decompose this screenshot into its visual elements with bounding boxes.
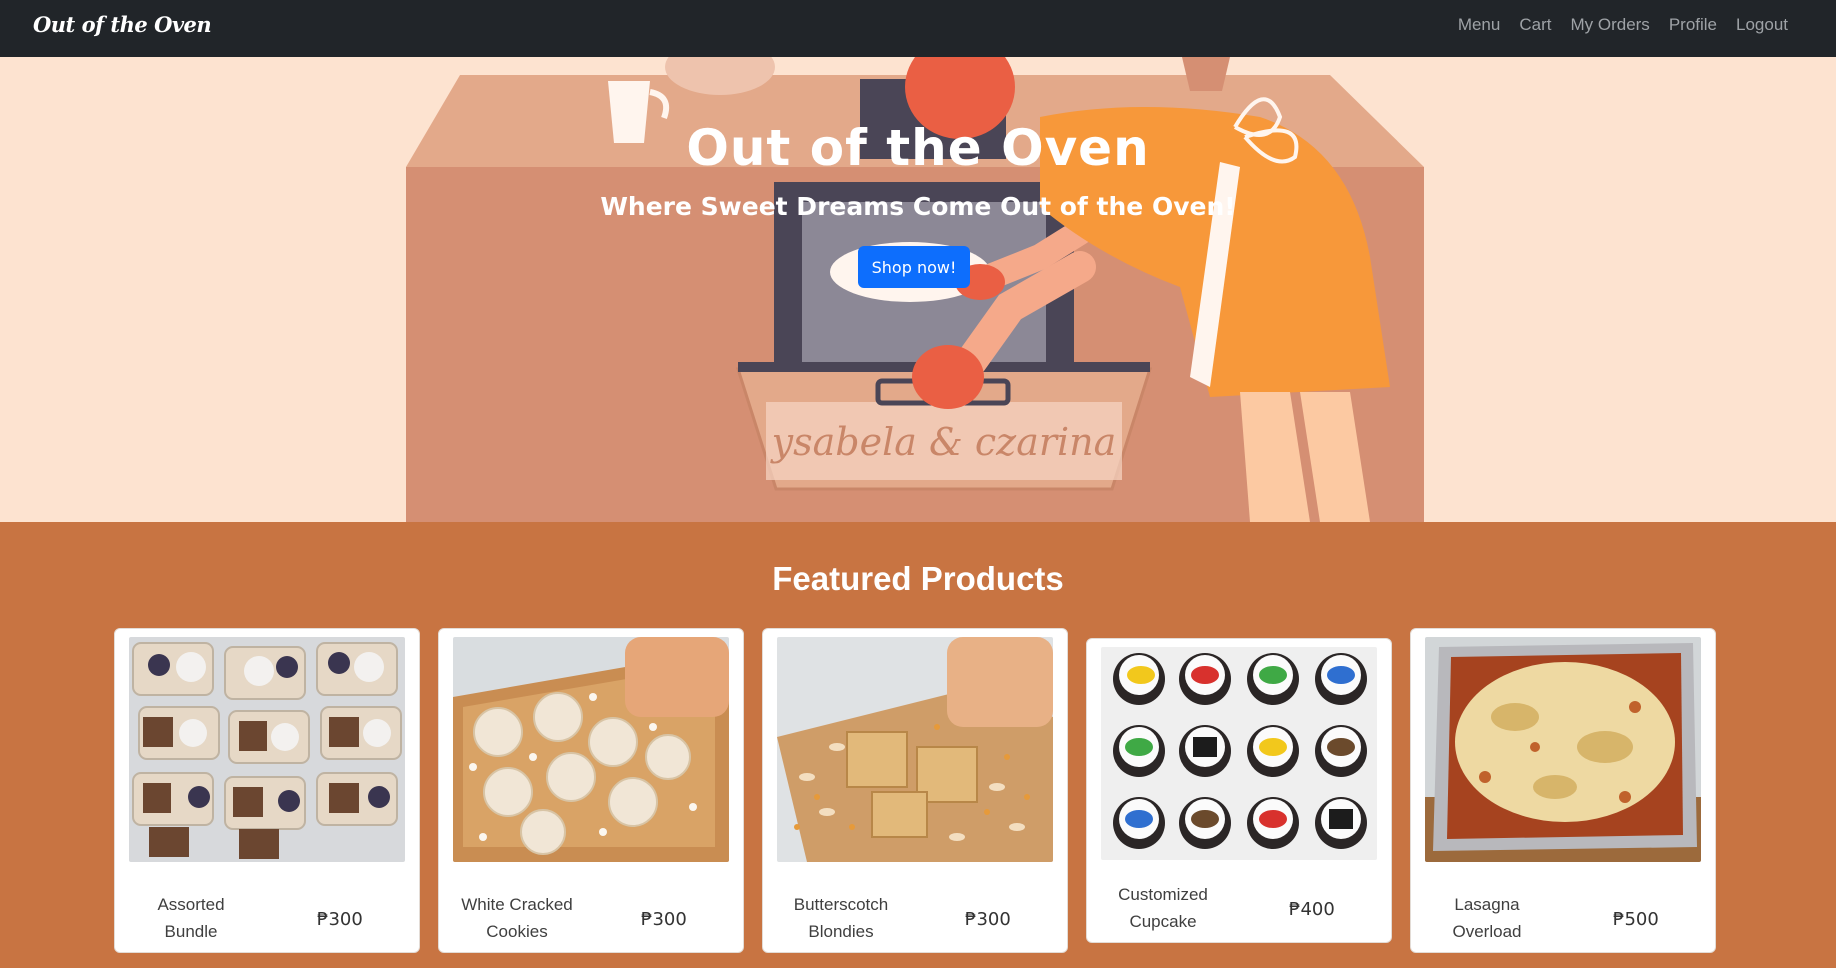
product-name-line2: Cookies (486, 922, 548, 941)
product-image-white-cracked-cookies[interactable] (453, 637, 729, 862)
shop-now-button[interactable]: Shop now! (858, 246, 970, 288)
drawer-signature-text: ysabela & czarina (770, 420, 1117, 464)
nav-link-logout[interactable]: Logout (1736, 15, 1788, 35)
nav-link-menu[interactable]: Menu (1458, 15, 1501, 35)
product-name: Customized Cupcake (1103, 881, 1223, 935)
product-name: Assorted Bundle (131, 891, 251, 945)
product-name-line1: Butterscotch (793, 895, 889, 914)
product-card-lasagna-overload[interactable]: Lasagna Overload ₱500 (1410, 628, 1716, 953)
product-image-lasagna-overload[interactable] (1425, 637, 1701, 862)
product-card-butterscotch-blondies[interactable]: Butterscotch Blondies ₱300 (762, 628, 1068, 953)
nav-links: Menu Cart My Orders Profile Logout (1458, 15, 1788, 35)
product-name-line1: Customized (1118, 885, 1208, 904)
product-name-line2: Blondies (808, 922, 874, 941)
nav-link-my-orders[interactable]: My Orders (1570, 15, 1649, 35)
product-card-white-cracked-cookies[interactable]: White Cracked Cookies ₱300 (438, 628, 744, 953)
featured-products-section: Featured Products Assorted Bundle ₱300 W… (0, 522, 1836, 968)
product-name-line2: Bundle (164, 922, 218, 941)
product-image-butterscotch-blondies[interactable] (777, 637, 1053, 862)
product-card-assorted-bundle[interactable]: Assorted Bundle ₱300 (114, 628, 420, 953)
product-name-line1: White Cracked (461, 895, 573, 914)
product-name: Butterscotch Blondies (771, 891, 911, 945)
product-name-line1: Assorted (157, 895, 225, 914)
featured-products-heading: Featured Products (772, 560, 1064, 597)
hero-banner: ysabela & czarina Out of the Oven Where … (0, 57, 1836, 522)
brand-logo[interactable]: Out of the Oven (33, 12, 212, 37)
hero-subtitle: Where Sweet Dreams Come Out of the Oven! (600, 192, 1236, 221)
product-image-customized-cupcake[interactable] (1101, 647, 1377, 860)
product-price: ₱300 (641, 909, 687, 930)
hero-title: Out of the Oven (686, 119, 1150, 177)
product-card-customized-cupcake[interactable]: Customized Cupcake ₱400 (1086, 638, 1392, 943)
product-price: ₱300 (965, 909, 1011, 930)
product-name-line1: Lasagna (1454, 895, 1520, 914)
product-name-line2: Overload (1452, 922, 1522, 941)
product-name-line2: Cupcake (1129, 912, 1197, 931)
product-price: ₱500 (1613, 909, 1659, 930)
product-name: White Cracked Cookies (447, 891, 587, 945)
product-price: ₱400 (1289, 899, 1335, 920)
nav-link-cart[interactable]: Cart (1519, 15, 1551, 35)
top-navbar: Out of the Oven Menu Cart My Orders Prof… (0, 0, 1836, 57)
nav-link-profile[interactable]: Profile (1669, 15, 1717, 35)
product-name: Lasagna Overload (1427, 891, 1547, 945)
product-price: ₱300 (317, 909, 363, 930)
product-image-assorted-bundle[interactable] (129, 637, 405, 862)
